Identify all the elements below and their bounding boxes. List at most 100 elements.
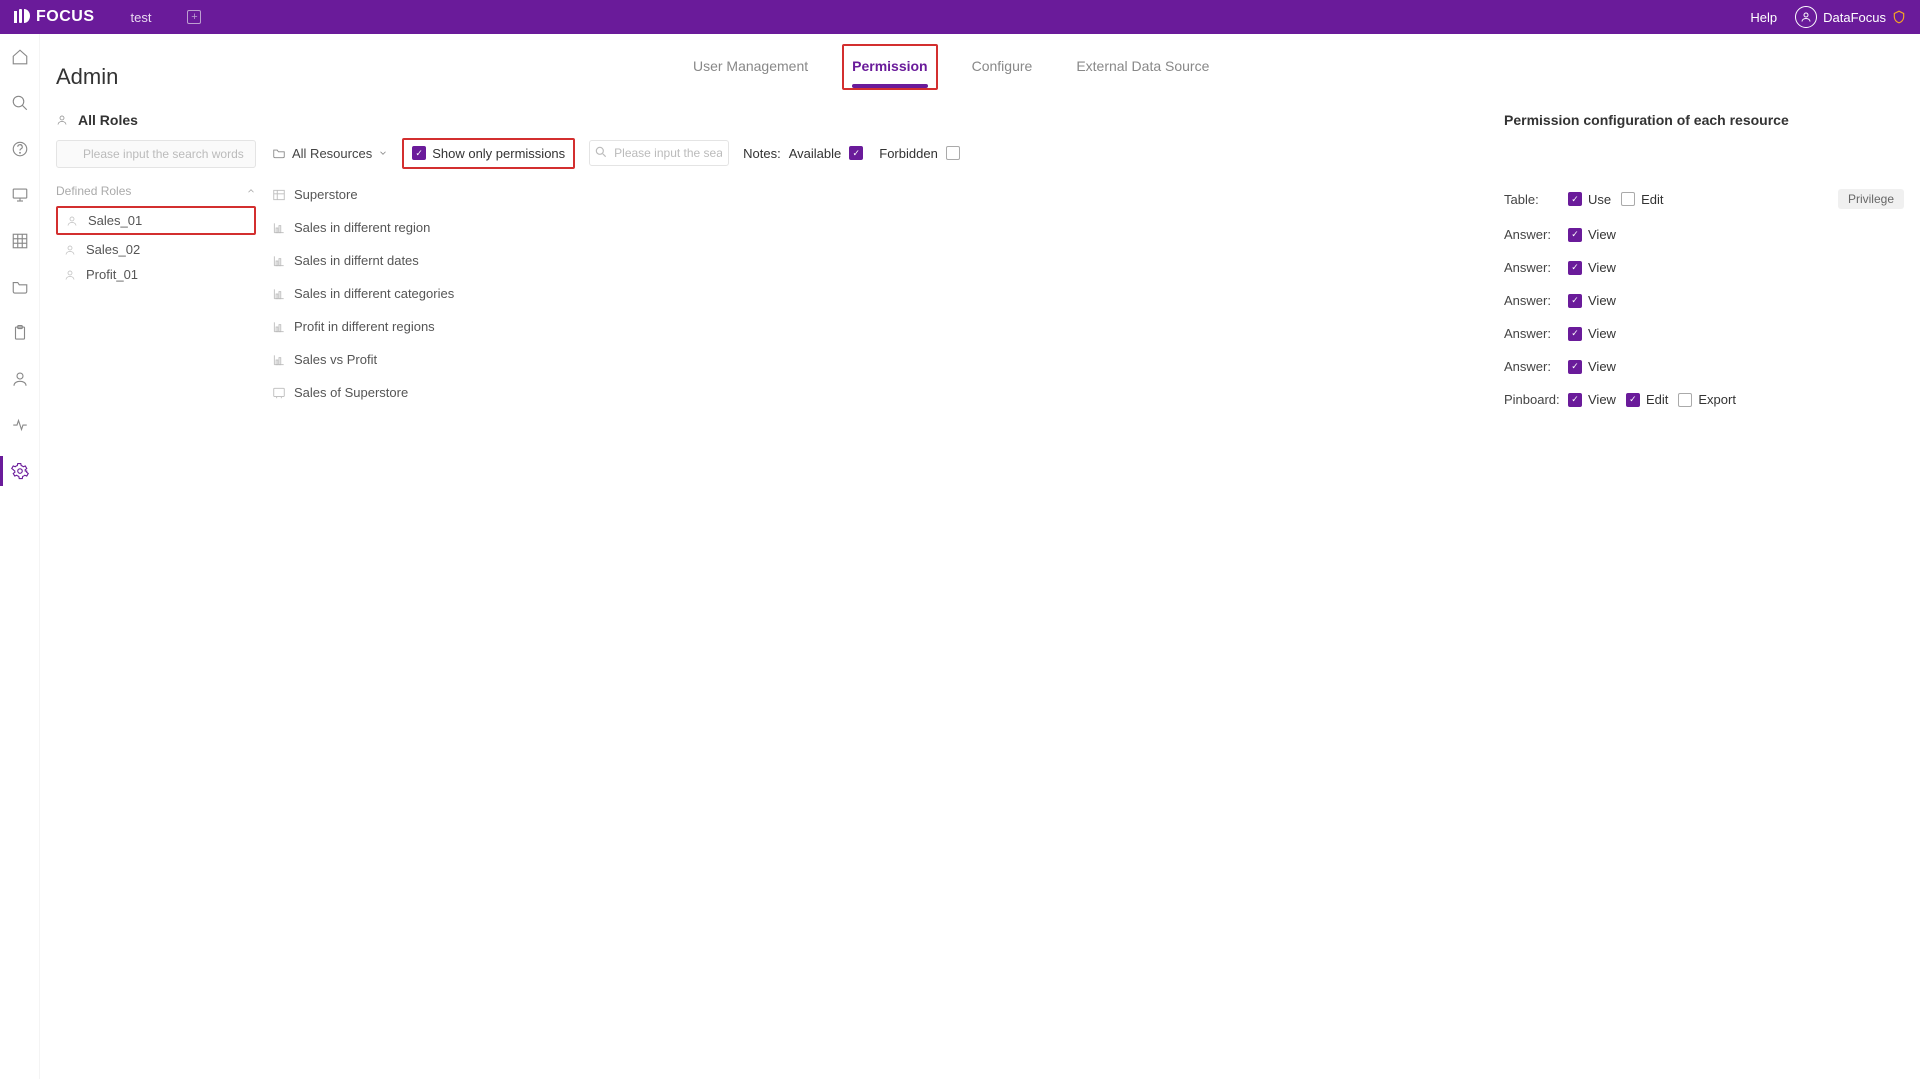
resource-row[interactable]: Sales in different categories	[272, 277, 1488, 310]
roles-search-input[interactable]	[56, 140, 256, 168]
chart-icon	[272, 287, 286, 301]
perm-row: Table: Use Edit Privilege	[1504, 180, 1904, 218]
add-tab-icon[interactable]: +	[187, 10, 201, 24]
checkbox-icon	[1678, 393, 1692, 407]
checkbox-icon	[1568, 360, 1582, 374]
workspace-tab[interactable]: test	[131, 10, 152, 25]
checkbox-icon	[1568, 261, 1582, 275]
roles-search-wrap	[56, 140, 256, 168]
folder-open-icon	[272, 146, 286, 160]
resources-search-input[interactable]	[589, 140, 729, 166]
perm-row: Answer: View	[1504, 218, 1904, 251]
available-legend-icon	[849, 146, 863, 160]
perm-view-toggle[interactable]: View	[1568, 392, 1616, 407]
perm-view-toggle[interactable]: View	[1568, 326, 1616, 341]
main: Admin User Management Permission Configu…	[40, 34, 1920, 1079]
resources-panel: All Resources Show only permissions Note…	[256, 106, 1504, 1079]
perm-row: Answer: View	[1504, 251, 1904, 284]
search-icon[interactable]	[11, 94, 29, 112]
role-item-profit-01[interactable]: Profit_01	[56, 262, 256, 287]
perm-edit-toggle[interactable]: Edit	[1626, 392, 1668, 407]
content: All Roles Defined Roles Sales_01 Sales_0…	[40, 90, 1920, 1079]
help-circle-icon[interactable]	[11, 140, 29, 158]
notes-legend: Notes: Available Forbidden	[743, 146, 960, 161]
topbar-left: FOCUS test +	[14, 8, 201, 26]
chart-icon	[272, 353, 286, 367]
app-logo[interactable]: FOCUS	[14, 8, 95, 26]
main-header: Admin User Management Permission Configu…	[40, 34, 1920, 90]
roles-header: All Roles	[56, 106, 256, 140]
chart-icon	[272, 320, 286, 334]
roles-panel: All Roles Defined Roles Sales_01 Sales_0…	[56, 106, 256, 1079]
perm-export-toggle[interactable]: Export	[1678, 392, 1736, 407]
gear-icon[interactable]	[11, 462, 29, 480]
logo-text: FOCUS	[36, 8, 95, 26]
clipboard-icon[interactable]	[11, 324, 29, 342]
activity-icon[interactable]	[11, 416, 29, 434]
checkbox-icon	[1568, 228, 1582, 242]
perm-row: Pinboard: View Edit Export	[1504, 383, 1904, 416]
perm-view-toggle[interactable]: View	[1568, 293, 1616, 308]
pinboard-icon	[272, 386, 286, 400]
checkbox-icon	[1621, 192, 1635, 206]
folder-icon[interactable]	[11, 278, 29, 296]
perm-row: Answer: View	[1504, 284, 1904, 317]
checkbox-icon	[1626, 393, 1640, 407]
privilege-button[interactable]: Privilege	[1838, 189, 1904, 209]
perm-view-toggle[interactable]: View	[1568, 227, 1616, 242]
left-nav	[0, 34, 40, 1079]
permissions-panel: Permission configuration of each resourc…	[1504, 106, 1904, 1079]
user-icon[interactable]	[11, 370, 29, 388]
roles-group-header[interactable]: Defined Roles	[56, 178, 256, 204]
resource-row[interactable]: Sales in different region	[272, 211, 1488, 244]
role-label: Sales_02	[86, 242, 140, 257]
resource-row[interactable]: Sales of Superstore	[272, 376, 1488, 409]
permissions-list: Table: Use Edit Privilege Answer: View	[1504, 180, 1904, 416]
resources-list: Superstore Sales in different region Sal…	[272, 178, 1488, 409]
tab-external-data-source[interactable]: External Data Source	[1066, 44, 1219, 90]
page-title: Admin	[56, 64, 118, 90]
topbar-right: Help DataFocus	[1750, 6, 1906, 28]
help-link[interactable]: Help	[1750, 10, 1777, 25]
perm-use-toggle[interactable]: Use	[1568, 192, 1611, 207]
checkbox-icon	[1568, 393, 1582, 407]
resources-toolbar: All Resources Show only permissions Note…	[272, 136, 1488, 170]
logo-icon	[14, 9, 30, 25]
resource-row[interactable]: Profit in different regions	[272, 310, 1488, 343]
resource-row[interactable]: Sales vs Profit	[272, 343, 1488, 376]
topbar: FOCUS test + Help DataFocus	[0, 0, 1920, 34]
avatar-icon	[1795, 6, 1817, 28]
perm-row: Answer: View	[1504, 350, 1904, 383]
role-item-sales-02[interactable]: Sales_02	[56, 237, 256, 262]
permissions-header: Permission configuration of each resourc…	[1504, 106, 1904, 140]
checkbox-icon	[1568, 327, 1582, 341]
chart-icon	[272, 221, 286, 235]
role-item-sales-01[interactable]: Sales_01	[56, 206, 256, 235]
perm-view-toggle[interactable]: View	[1568, 260, 1616, 275]
grid-icon[interactable]	[11, 232, 29, 250]
user-menu[interactable]: DataFocus	[1795, 6, 1906, 28]
perm-edit-toggle[interactable]: Edit	[1621, 192, 1663, 207]
home-icon[interactable]	[11, 48, 29, 66]
username: DataFocus	[1823, 10, 1886, 25]
forbidden-legend-icon	[946, 146, 960, 160]
tab-permission[interactable]: Permission	[842, 44, 937, 90]
perm-view-toggle[interactable]: View	[1568, 359, 1616, 374]
resource-row[interactable]: Sales in differnt dates	[272, 244, 1488, 277]
resources-dropdown[interactable]: All Resources	[272, 146, 388, 161]
resources-search-wrap	[589, 140, 729, 166]
perm-row: Answer: View	[1504, 317, 1904, 350]
table-icon	[272, 188, 286, 202]
tab-user-management[interactable]: User Management	[683, 44, 818, 90]
show-only-permissions-toggle[interactable]: Show only permissions	[402, 138, 575, 169]
tab-configure[interactable]: Configure	[962, 44, 1043, 90]
role-label: Profit_01	[86, 267, 138, 282]
resource-row[interactable]: Superstore	[272, 178, 1488, 211]
checkbox-icon	[412, 146, 426, 160]
presentation-icon[interactable]	[11, 186, 29, 204]
checkbox-icon	[1568, 294, 1582, 308]
search-icon	[594, 145, 608, 159]
chevron-down-icon	[378, 148, 388, 158]
shield-icon	[1892, 10, 1906, 24]
chart-icon	[272, 254, 286, 268]
